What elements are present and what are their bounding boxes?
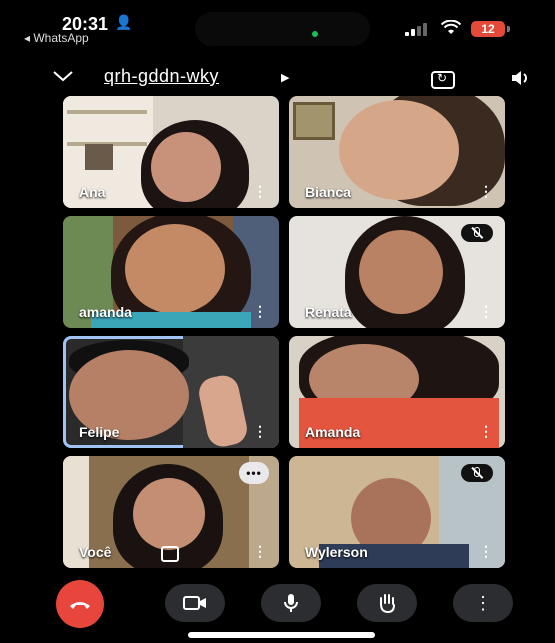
participant-name: Felipe <box>79 424 120 440</box>
participant-tile-amanda-1[interactable]: amanda ⋮ <box>63 216 279 328</box>
participant-name: Renata <box>305 304 352 320</box>
more-options-icon[interactable]: ⋮ <box>479 543 493 560</box>
face <box>151 132 221 202</box>
speaking-indicator-icon: ••• <box>239 462 269 484</box>
participant-tile-renata[interactable]: Renata ⋮ <box>289 216 505 328</box>
microphone-icon <box>284 594 298 612</box>
meeting-code[interactable]: qrh-gddn-wky <box>104 66 219 87</box>
status-bar: 20:31 👤 ◂ WhatsApp 12 <box>0 0 555 50</box>
camera-icon <box>183 596 206 610</box>
battery-tip <box>507 26 510 32</box>
wall-frame <box>293 102 335 140</box>
muted-mic-icon <box>461 224 493 242</box>
home-indicator[interactable] <box>188 632 375 638</box>
microphone-toggle-button[interactable] <box>261 584 321 622</box>
more-options-icon[interactable]: ⋮ <box>253 303 267 320</box>
meeting-info-arrow-icon[interactable]: ▶ <box>281 71 289 84</box>
person-icon: 👤 <box>115 14 133 30</box>
participant-tile-self[interactable]: ••• Você ⋮ <box>63 456 279 568</box>
face <box>125 224 225 314</box>
chevron-down-icon[interactable] <box>52 69 74 87</box>
end-call-icon <box>70 602 90 609</box>
more-options-icon[interactable]: ⋮ <box>479 183 493 200</box>
more-options-icon[interactable]: ⋮ <box>253 423 267 440</box>
participant-tile-wylerson[interactable]: Wylerson ⋮ <box>289 456 505 568</box>
face <box>133 478 205 550</box>
effects-icon[interactable] <box>161 546 179 562</box>
battery-indicator: 12 <box>471 21 505 37</box>
more-options-icon[interactable]: ⋮ <box>479 303 493 320</box>
books <box>85 144 113 170</box>
shelf <box>67 110 147 114</box>
wifi-icon <box>440 19 462 40</box>
camera-indicator-icon <box>312 31 318 37</box>
end-call-button[interactable] <box>56 580 104 628</box>
camera-toggle-button[interactable] <box>165 584 225 622</box>
cellular-signal-icon <box>405 22 431 36</box>
raise-hand-button[interactable] <box>357 584 417 622</box>
more-options-icon[interactable]: ⋮ <box>479 423 493 440</box>
speaker-icon[interactable] <box>510 69 532 92</box>
back-to-app-link[interactable]: ◂ WhatsApp <box>24 31 89 45</box>
shirt <box>299 398 499 448</box>
more-options-button[interactable]: ⋮ <box>453 584 513 622</box>
participant-tile-bianca[interactable]: Bianca ⋮ <box>289 96 505 208</box>
muted-mic-icon <box>461 464 493 482</box>
more-options-icon[interactable]: ⋮ <box>253 543 267 560</box>
face <box>339 100 459 200</box>
more-vertical-icon: ⋮ <box>474 592 492 613</box>
switch-camera-icon[interactable] <box>431 71 455 89</box>
participant-name: amanda <box>79 304 132 320</box>
dynamic-island <box>195 12 370 46</box>
participant-name: Você <box>79 544 112 560</box>
hand-icon <box>380 594 395 614</box>
participant-name: Wylerson <box>305 544 368 560</box>
participant-name: Amanda <box>305 424 361 440</box>
participant-tile-amanda-2[interactable]: Amanda ⋮ <box>289 336 505 448</box>
participant-name: Ana <box>79 184 106 200</box>
participant-tile-ana[interactable]: Ana ⋮ <box>63 96 279 208</box>
face <box>359 230 443 314</box>
participant-tile-felipe[interactable]: Felipe ⋮ <box>63 336 279 448</box>
more-options-icon[interactable]: ⋮ <box>253 183 267 200</box>
participant-name: Bianca <box>305 184 351 200</box>
